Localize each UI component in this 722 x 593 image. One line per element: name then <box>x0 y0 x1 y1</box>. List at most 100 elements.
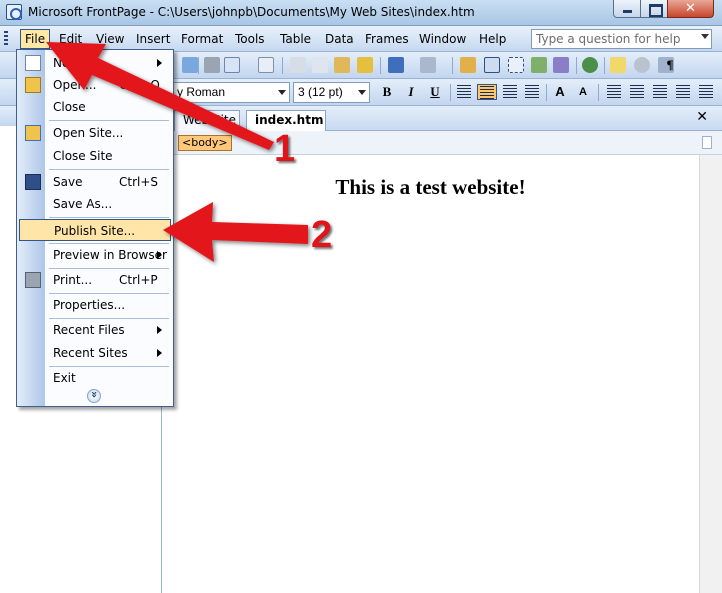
close-window-button[interactable]: ✕ <box>667 0 714 18</box>
file-menu-item-print[interactable]: Print... Ctrl+P <box>19 269 171 291</box>
chevron-down-icon[interactable] <box>278 90 286 95</box>
open-folder-icon <box>25 77 41 93</box>
quick-tag-selector-bar: <body> <box>162 131 722 155</box>
window-title: Microsoft FrontPage - C:\Users\johnpb\Do… <box>28 5 475 19</box>
frontpage-app-icon[interactable] <box>6 4 22 20</box>
undo-icon[interactable] <box>388 57 404 73</box>
submenu-arrow-icon <box>157 251 162 259</box>
menu-format[interactable]: Format <box>181 32 223 46</box>
file-menu-item-recent-sites[interactable]: Recent Sites <box>19 342 171 364</box>
maximize-button[interactable] <box>640 0 668 18</box>
stop-icon[interactable] <box>634 57 650 73</box>
title-bar: Microsoft FrontPage - C:\Users\johnpb\Do… <box>0 0 722 26</box>
grow-font-button[interactable]: A <box>552 84 568 100</box>
minimize-button[interactable] <box>613 0 641 18</box>
font-name-select[interactable]: y Roman <box>172 82 290 103</box>
drawing-icon[interactable] <box>553 57 569 73</box>
align-left-icon[interactable] <box>457 85 471 98</box>
font-size-select[interactable]: 3 (12 pt) <box>293 82 370 103</box>
font-size-value: 3 (12 pt) <box>298 85 343 99</box>
menu-view[interactable]: View <box>96 32 124 46</box>
new-page-icon <box>25 55 41 71</box>
file-menu-item-recent-files[interactable]: Recent Files <box>19 319 171 341</box>
close-document-icon[interactable]: ✕ <box>696 109 708 125</box>
chevron-down-icon[interactable] <box>358 90 366 95</box>
align-center-icon <box>480 86 494 99</box>
menu-help[interactable]: Help <box>479 32 506 46</box>
increase-indent-icon[interactable] <box>676 85 690 98</box>
vertical-scrollbar[interactable] <box>699 155 722 593</box>
file-menu-item-label: Properties... <box>53 298 126 312</box>
open-site-icon <box>25 125 41 141</box>
menu-frames[interactable]: Frames <box>365 32 409 46</box>
menu-data[interactable]: Data <box>325 32 354 46</box>
numbering-icon[interactable] <box>607 85 621 98</box>
toolbar-separator <box>576 57 577 74</box>
submenu-arrow-icon <box>157 326 162 334</box>
cut-icon[interactable] <box>290 57 306 73</box>
insert-layer-icon[interactable] <box>508 57 524 73</box>
file-menu-item-exit[interactable]: Exit <box>19 367 171 389</box>
file-menu-item-close[interactable]: Close <box>19 96 171 118</box>
bold-button[interactable]: B <box>379 84 395 100</box>
decrease-indent-icon[interactable] <box>653 85 667 98</box>
file-menu-item-label: Close <box>53 100 86 114</box>
file-menu-item-preview-in-browser[interactable]: Preview in Browser <box>19 244 171 266</box>
align-right-icon[interactable] <box>503 85 517 98</box>
file-menu-item-save-as[interactable]: Save As... <box>19 193 171 215</box>
file-menu-item-label: Save As... <box>53 197 113 211</box>
print-preview-icon[interactable] <box>224 57 240 73</box>
body-tag-chip[interactable]: <body> <box>178 135 232 151</box>
file-menu-item-label: Exit <box>53 371 76 385</box>
file-menu-item-label: Save <box>53 175 83 189</box>
copy-icon[interactable] <box>312 57 328 73</box>
file-menu-item-publish-site[interactable]: Publish Site... <box>19 219 171 241</box>
file-menu-item-open-site[interactable]: Open Site... <box>19 122 171 144</box>
menubar-grip-handle[interactable] <box>4 31 8 47</box>
hyperlink-icon[interactable] <box>582 57 598 73</box>
menu-separator <box>49 169 169 170</box>
redo-icon[interactable] <box>420 57 436 73</box>
tag-scroll-right-icon[interactable] <box>702 136 712 149</box>
italic-button[interactable]: I <box>403 84 419 100</box>
submenu-arrow-icon <box>157 349 162 357</box>
design-view-editor[interactable]: This is a test website! <box>162 155 699 593</box>
borders-icon[interactable] <box>699 85 713 98</box>
insert-table-icon[interactable] <box>484 57 500 73</box>
new-page-icon[interactable] <box>182 57 198 73</box>
paste-icon[interactable] <box>334 57 350 73</box>
menu-edit[interactable]: Edit <box>59 32 82 46</box>
tab-web-site[interactable]: Web Site <box>174 110 240 131</box>
underline-button[interactable]: U <box>427 84 443 100</box>
menu-window[interactable]: Window <box>419 32 466 46</box>
font-name-value: y Roman <box>177 85 226 99</box>
help-question-input[interactable]: Type a question for help <box>531 29 712 49</box>
toolbar-separator <box>452 57 453 74</box>
file-menu-item-properties[interactable]: Properties... <box>19 294 171 316</box>
file-menu-item-label: New <box>53 56 80 70</box>
menu-insert[interactable]: Insert <box>136 32 170 46</box>
print-icon[interactable] <box>204 57 220 73</box>
bullets-icon[interactable] <box>630 85 644 98</box>
insert-picture-icon[interactable] <box>531 57 547 73</box>
file-menu-item-close-site[interactable]: Close Site <box>19 145 171 167</box>
align-center-button[interactable] <box>477 84 497 100</box>
toolbar-separator <box>546 84 547 101</box>
file-menu-item-open[interactable]: Open... Ctrl+O <box>19 74 171 96</box>
web-component-icon[interactable] <box>460 57 476 73</box>
show-formatting-icon[interactable]: ¶ <box>664 57 676 73</box>
page-heading[interactable]: This is a test website! <box>162 175 699 200</box>
file-menu-item-save[interactable]: Save Ctrl+S <box>19 171 171 193</box>
chevron-down-icon[interactable] <box>701 34 709 39</box>
menu-tools[interactable]: Tools <box>235 32 265 46</box>
shrink-font-button[interactable]: A <box>575 84 591 100</box>
refresh-icon[interactable] <box>610 57 626 73</box>
file-menu-item-label: Recent Sites <box>53 346 128 360</box>
file-menu-item-new[interactable]: New <box>19 52 171 74</box>
menu-table[interactable]: Table <box>280 32 311 46</box>
spelling-icon[interactable] <box>258 57 274 73</box>
menu-file[interactable]: File <box>20 29 51 49</box>
justify-icon[interactable] <box>525 85 539 98</box>
format-painter-icon[interactable] <box>357 57 373 73</box>
expand-menu-chevron-icon[interactable] <box>87 389 101 403</box>
